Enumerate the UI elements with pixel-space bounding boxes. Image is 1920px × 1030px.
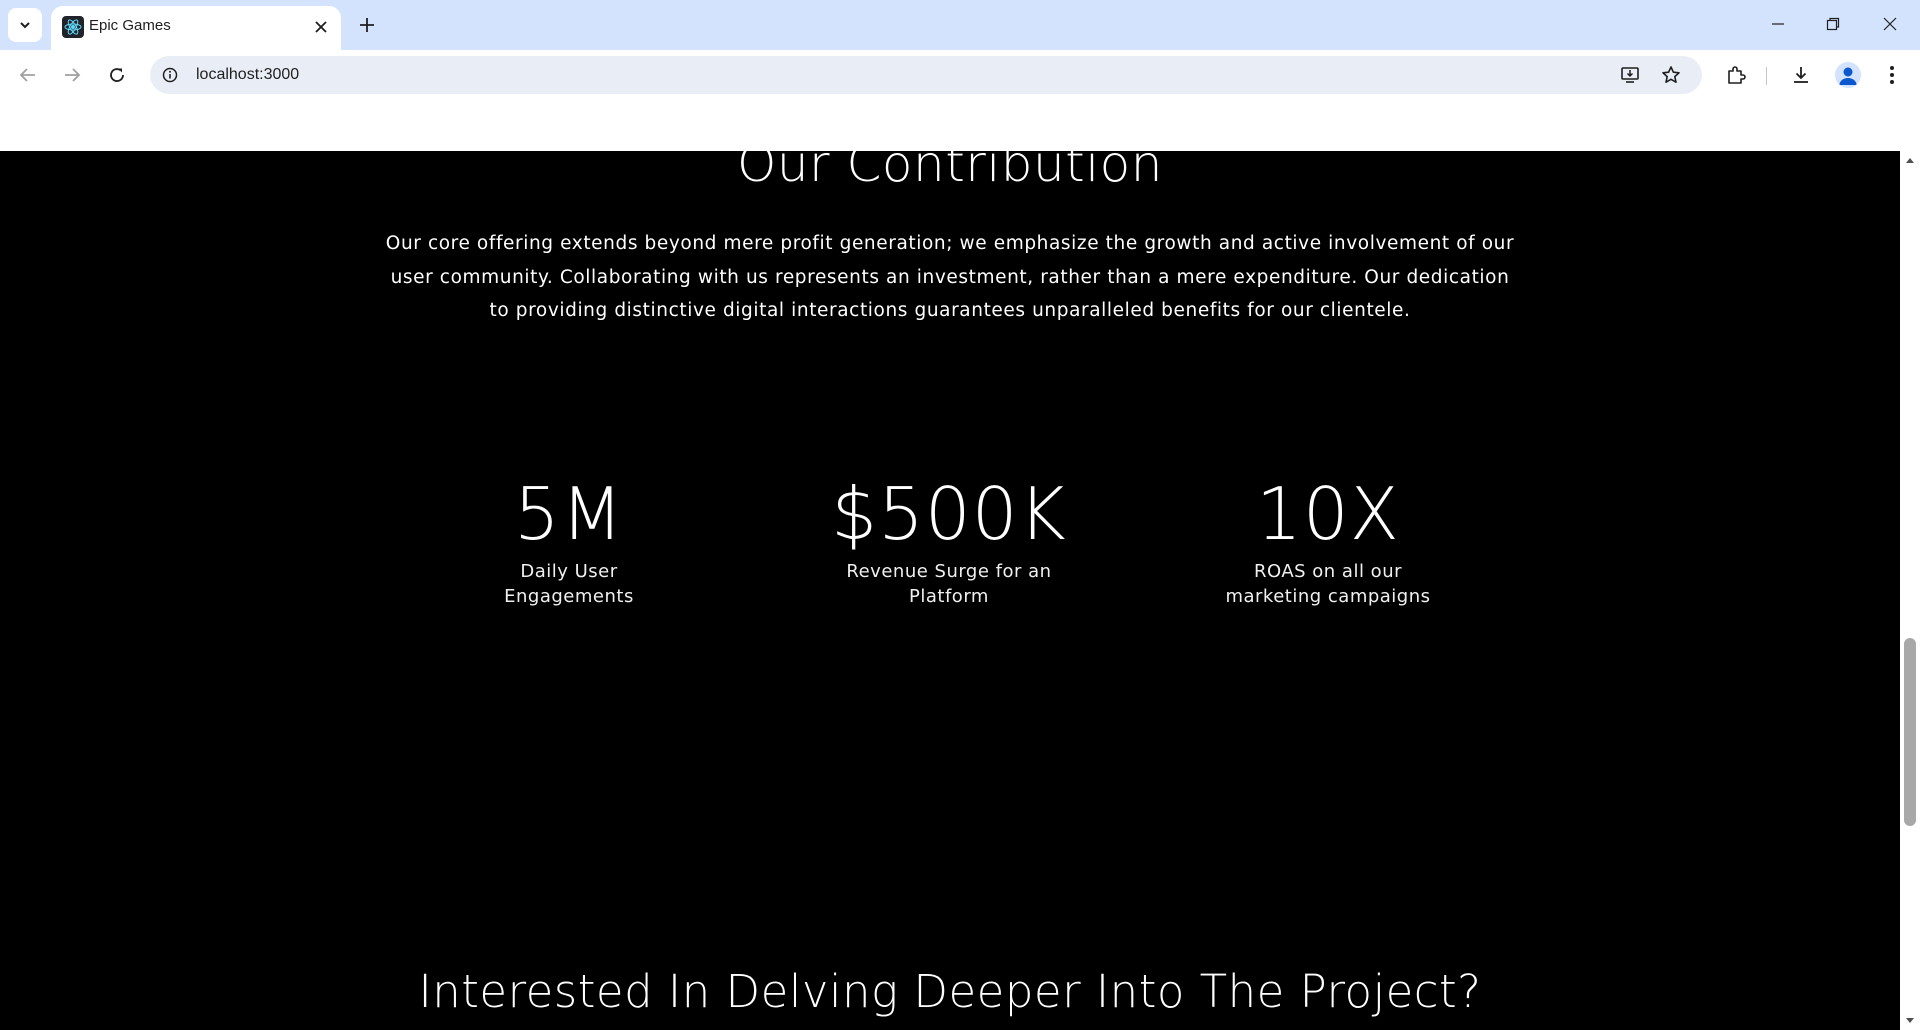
info-icon <box>162 67 178 83</box>
close-icon <box>1883 17 1897 31</box>
stat-value: 5M <box>514 472 624 556</box>
url-text: localhost:3000 <box>196 66 300 83</box>
more-vertical-icon <box>1890 66 1894 84</box>
toolbar-separator <box>1766 67 1767 85</box>
download-icon <box>1794 67 1808 83</box>
browser-tab-strip: Epic Games <box>0 0 1920 50</box>
scroll-down-button[interactable] <box>1905 1016 1915 1026</box>
stat-label: ROAS on all our marketing campaigns <box>1225 561 1431 607</box>
minimize-icon <box>1772 23 1784 25</box>
reload-button[interactable] <box>100 58 134 92</box>
close-icon <box>315 21 327 33</box>
tab-title: Epic Games <box>89 17 171 34</box>
install-app-button[interactable] <box>1616 61 1644 89</box>
bookmark-star-button[interactable] <box>1657 61 1685 89</box>
react-logo-icon <box>62 16 84 38</box>
browser-menu-button[interactable] <box>1875 58 1909 92</box>
puzzle-icon <box>1728 66 1746 84</box>
stat-revenue-surge: $500K Revenue Surge for an Platform <box>799 469 1099 609</box>
address-bar[interactable]: localhost:3000 <box>150 56 1702 94</box>
profile-avatar[interactable] <box>1835 62 1861 88</box>
scrollbar-thumb[interactable] <box>1904 638 1916 826</box>
stat-roas: 10X ROAS on all our marketing campaigns <box>1178 469 1478 609</box>
page-viewport: Our Contribution Our core offering exten… <box>0 151 1900 1030</box>
person-icon <box>1839 67 1857 85</box>
plus-icon <box>360 18 374 32</box>
close-window-button[interactable] <box>1868 6 1912 42</box>
star-icon <box>1662 66 1680 83</box>
restore-button[interactable] <box>1811 6 1855 42</box>
restore-icon <box>1826 17 1840 31</box>
new-tab-button[interactable] <box>352 10 382 40</box>
project-heading: Interested In Delving Deeper Into The Pr… <box>418 965 1482 1018</box>
close-tab-button[interactable] <box>311 17 331 37</box>
stat-label: Daily User Engagements <box>504 561 634 607</box>
page-scrollbar[interactable] <box>1900 151 1920 1030</box>
stat-daily-users: 5M Daily User Engagements <box>419 469 719 609</box>
browser-toolbar: localhost:3000 <box>0 50 1920 99</box>
contribution-text: Our core offering extends beyond mere pr… <box>385 233 1515 321</box>
chevron-down-icon <box>20 22 30 29</box>
site-info-button[interactable] <box>160 65 180 85</box>
browser-tab[interactable]: Epic Games <box>51 6 341 50</box>
arrow-left-icon <box>19 68 35 82</box>
stat-label: Revenue Surge for an Platform <box>846 561 1052 607</box>
install-app-icon <box>1621 67 1639 83</box>
forward-button[interactable] <box>55 58 89 92</box>
tab-search-button[interactable] <box>8 8 42 42</box>
triangle-up-icon <box>1906 158 1914 163</box>
downloads-button[interactable] <box>1784 58 1818 92</box>
triangle-down-icon <box>1906 1018 1914 1023</box>
stat-value: 10X <box>1256 472 1400 556</box>
contribution-heading: Our Contribution <box>737 151 1163 193</box>
reload-icon <box>110 68 124 82</box>
back-button[interactable] <box>11 58 45 92</box>
extensions-button[interactable] <box>1719 58 1753 92</box>
scroll-up-button[interactable] <box>1905 155 1915 165</box>
stat-value: $500K <box>831 472 1067 556</box>
arrow-right-icon <box>65 68 81 82</box>
page-top-strip <box>0 99 1920 151</box>
minimize-button[interactable] <box>1756 6 1800 42</box>
